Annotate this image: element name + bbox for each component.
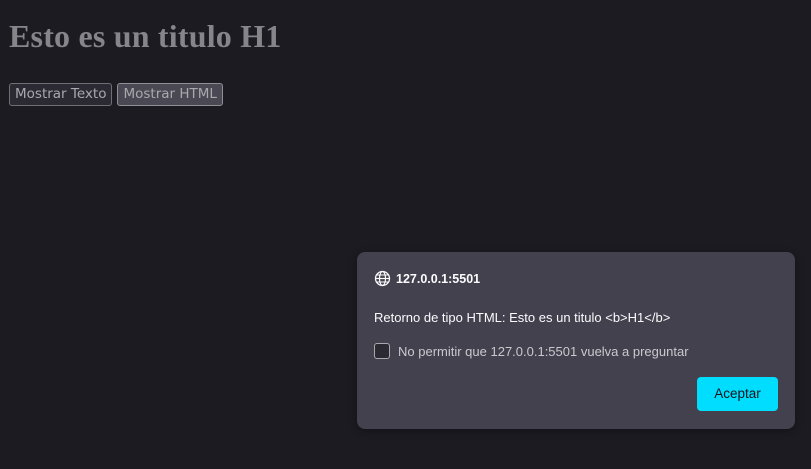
show-text-button[interactable]: Mostrar Texto [9,83,113,106]
dont-ask-again-label[interactable]: No permitir que 127.0.0.1:5501 vuelva a … [398,344,689,359]
page-heading: Esto es un titulo H1 [9,18,282,54]
dialog-message: Retorno de tipo HTML: Esto es un titulo … [374,310,671,325]
dont-ask-again-option[interactable]: No permitir que 127.0.0.1:5501 vuelva a … [374,343,689,359]
button-row: Mostrar Texto Mostrar HTML [9,83,223,106]
dont-ask-again-checkbox[interactable] [374,343,390,359]
globe-icon [374,270,391,287]
alert-dialog: 127.0.0.1:5501 Retorno de tipo HTML: Est… [357,252,795,429]
accept-button[interactable]: Aceptar [697,377,778,411]
dialog-origin-label: 127.0.0.1:5501 [396,271,481,286]
dialog-origin: 127.0.0.1:5501 [374,270,480,287]
show-html-button[interactable]: Mostrar HTML [117,83,223,106]
